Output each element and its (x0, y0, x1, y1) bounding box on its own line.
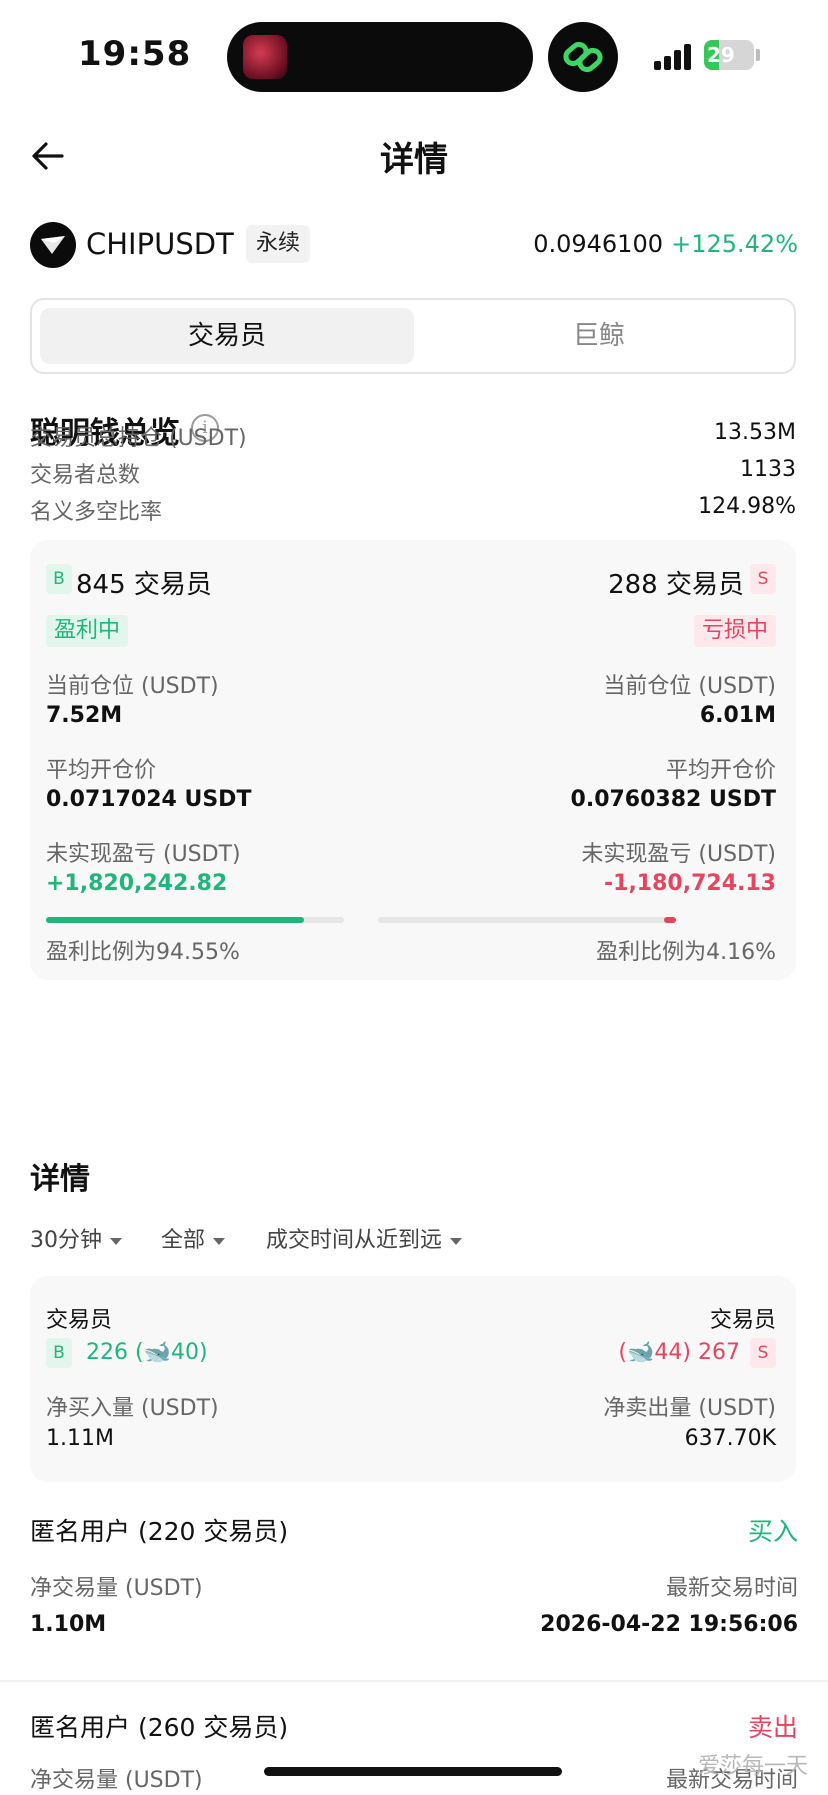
long-profit-bar-fill (46, 917, 305, 923)
short-unrealized-pnl: -1,180,724.13 (604, 871, 776, 896)
link-bubble[interactable] (548, 22, 618, 92)
open-paren: ( (135, 1340, 144, 1365)
sell-whale-count: 44 (654, 1340, 683, 1365)
short-profit-bar-fill (663, 917, 676, 923)
short-profit-ratio: 盈利比例为4.16% (596, 940, 776, 965)
section-title-details: 详情 (30, 1162, 90, 1197)
tab-switcher: 交易员 巨鲸 (30, 298, 796, 374)
contract-type-tag: 永续 (246, 225, 311, 263)
stat-row-long-short-ratio: 名义多空比率 124.98% (30, 494, 796, 525)
stat-value: 124.98% (698, 494, 796, 519)
net-buy-value: 1.11M (46, 1426, 114, 1451)
net-sell-label: 净卖出量 (USDT) (603, 1396, 776, 1421)
sell-badge: S (750, 1338, 776, 1368)
short-avg-price-label: 平均开仓价 (665, 758, 776, 783)
sell-count: 267 (698, 1340, 740, 1365)
last-price: 0.0946100 (533, 230, 663, 258)
long-trader-count: 845 交易员 (76, 570, 212, 600)
buy-count: 226 (86, 1340, 128, 1365)
profit-status-tag: 盈利中 (46, 615, 129, 647)
sell-traders-count: (🐋44) 267 (618, 1340, 740, 1365)
stat-label: 名义多空比率 (30, 500, 163, 525)
filter-side-label: 全部 (161, 1228, 206, 1253)
stat-row-trader-count: 交易者总数 1133 (30, 457, 796, 488)
stat-value: 13.53M (714, 420, 796, 445)
long-profit-bar (46, 917, 344, 923)
entry-title[interactable]: 匿名用户 (260 交易员) (30, 1708, 288, 1744)
long-pnl-label: 未实现盈亏 (USDT) (46, 842, 241, 867)
sell-traders-header: 交易员 (709, 1308, 776, 1333)
island-thumbnail-icon[interactable] (243, 35, 287, 79)
entry-volume-label: 净交易量 (USDT) (30, 1576, 203, 1601)
stat-row-total-position: 交易员总持仓 (USDT) 13.53M (30, 420, 796, 451)
entry-time: 2026-04-22 19:56:06 (540, 1612, 798, 1637)
entry-volume-label: 净交易量 (USDT) (30, 1768, 203, 1793)
buy-whale-count: 40 (171, 1340, 199, 1365)
long-unrealized-pnl: +1,820,242.82 (46, 871, 228, 896)
price-change: +125.42% (671, 230, 798, 258)
long-position-value: 7.52M (46, 703, 123, 728)
battery-icon: 29 (704, 40, 754, 70)
tab-traders[interactable]: 交易员 (40, 308, 414, 364)
net-sell-value: 637.70K (684, 1426, 776, 1451)
link-icon (563, 41, 603, 73)
long-avg-price-label: 平均开仓价 (46, 758, 157, 783)
entry-action-sell: 卖出 (747, 1713, 798, 1742)
close-paren: ) (682, 1340, 691, 1365)
short-position-label: 当前仓位 (USDT) (603, 674, 776, 699)
sell-badge: S (750, 564, 776, 594)
entry-title[interactable]: 匿名用户 (220 交易员) (30, 1512, 288, 1548)
divider (0, 1680, 828, 1682)
chevron-down-icon (213, 1237, 226, 1245)
filter-sort[interactable]: 成交时间从近到远 (266, 1222, 463, 1254)
open-paren: ( (618, 1340, 627, 1365)
entry-action-buy: 买入 (747, 1517, 798, 1546)
status-bar: 19:58 29 (0, 0, 828, 110)
short-position-value: 6.01M (699, 703, 776, 728)
stat-label: 交易员总持仓 (USDT) (30, 426, 247, 451)
close-paren: ) (199, 1340, 208, 1365)
chevron-down-icon (450, 1237, 463, 1245)
entry-time-label: 最新交易时间 (665, 1576, 798, 1601)
stat-value: 1133 (740, 457, 796, 482)
battery-percent: 29 (707, 43, 735, 67)
short-pnl-label: 未实现盈亏 (USDT) (581, 842, 776, 867)
filter-timeframe[interactable]: 30分钟 (30, 1222, 122, 1254)
filter-side[interactable]: 全部 (161, 1222, 226, 1254)
dynamic-island[interactable] (227, 22, 533, 92)
long-position-label: 当前仓位 (USDT) (46, 674, 219, 699)
whale-icon: 🐋 (627, 1340, 655, 1365)
short-trader-count: 288 交易员 (608, 570, 744, 600)
coin-logo (30, 222, 76, 268)
coin-logo-icon (41, 236, 65, 254)
home-indicator[interactable] (264, 1767, 562, 1776)
long-short-card: B 845 交易员 288 交易员 S 盈利中 亏损中 当前仓位 (USDT) … (30, 540, 796, 980)
watermark: 爱莎每一天 (697, 1754, 808, 1779)
status-time: 19:58 (78, 34, 192, 74)
filter-sort-label: 成交时间从近到远 (266, 1228, 443, 1253)
chevron-down-icon (110, 1237, 122, 1245)
long-profit-ratio: 盈利比例为94.55% (46, 940, 240, 965)
filter-timeframe-label: 30分钟 (30, 1228, 102, 1253)
battery-cap (756, 49, 760, 61)
stat-label: 交易者总数 (30, 463, 141, 488)
pair-symbol[interactable]: CHIPUSDT (86, 227, 234, 261)
short-avg-price: 0.0760382 USDT (570, 787, 776, 812)
signal-icon (654, 42, 694, 70)
tab-whales[interactable]: 巨鲸 (412, 308, 786, 364)
buy-badge: B (46, 1338, 72, 1368)
whale-icon: 🐋 (143, 1340, 171, 1365)
long-avg-price: 0.0717024 USDT (46, 787, 252, 812)
short-profit-bar (378, 917, 676, 923)
loss-status-tag: 亏损中 (693, 615, 776, 647)
buy-traders-header: 交易员 (46, 1308, 113, 1333)
entry-volume: 1.10M (30, 1612, 107, 1637)
page-title: 详情 (380, 140, 448, 180)
flow-summary-card: 交易员 交易员 B 226 (🐋40) (🐋44) 267 S 净买入量 (US… (30, 1276, 796, 1482)
net-buy-label: 净买入量 (USDT) (46, 1396, 219, 1421)
buy-badge: B (46, 564, 72, 594)
buy-traders-count: 226 (🐋40) (86, 1340, 208, 1365)
